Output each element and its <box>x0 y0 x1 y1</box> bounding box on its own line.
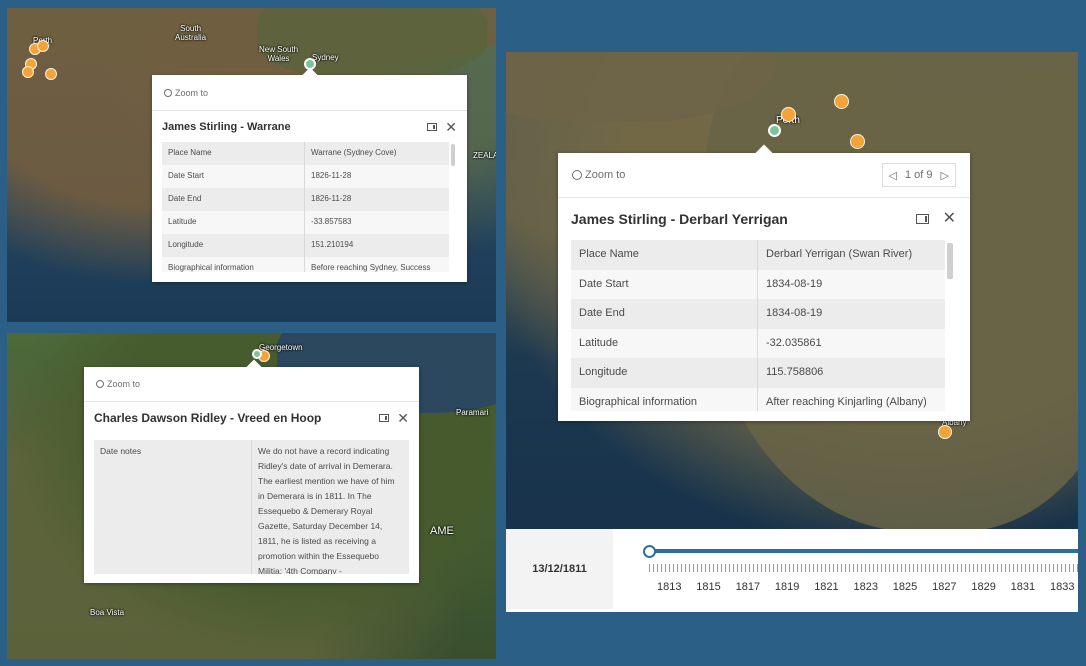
map-label-boa-vista: Boa Vista <box>90 608 125 617</box>
dock-icon[interactable] <box>427 123 438 131</box>
year-label: 1819 <box>774 581 800 593</box>
current-date-label: 13/12/1811 <box>506 529 613 609</box>
year-labels: 1813 1815 1817 1819 1821 1823 1825 1827 … <box>657 581 1078 593</box>
year-label: 1821 <box>814 581 839 593</box>
zoom-to-button[interactable]: Zoom to <box>572 169 625 181</box>
close-icon[interactable]: ✕ <box>445 120 457 134</box>
map-panel-vreed-en-hoop[interactable]: Georgetown Paramari AME Boa Vista Zoom t… <box>7 333 496 659</box>
table-row: Place Name Derbarl Yerrigan (Swan River) <box>571 240 945 270</box>
slider-thumb[interactable] <box>643 545 656 558</box>
scrollbar[interactable] <box>947 243 953 279</box>
map-label-paramaribo: Paramari <box>456 408 489 417</box>
popup-title: James Stirling - Warrane <box>162 121 291 133</box>
attribute-table: Place Name Warrane (Sydney Cove) Date Sta… <box>162 142 449 272</box>
slider-ticks <box>649 564 1078 572</box>
zoom-to-label: Zoom to <box>107 379 141 389</box>
year-label: 1825 <box>892 581 918 593</box>
selected-map-marker[interactable] <box>252 349 262 359</box>
map-marker[interactable] <box>938 425 952 439</box>
year-label: 1831 <box>1010 581 1036 593</box>
dock-icon[interactable] <box>379 414 390 422</box>
time-slider: 13/12/1811 1813 1815 1817 1819 1821 1823… <box>506 529 1078 609</box>
table-row: Longitude 115.758806 <box>571 358 945 388</box>
popup-vreed-en-hoop: Zoom to Charles Dawson Ridley - Vreed en… <box>84 359 419 583</box>
map-label-new-south-wales: New South Wales <box>259 45 299 63</box>
map-marker[interactable] <box>22 66 34 78</box>
table-row: Latitude -33.857583 <box>162 211 449 234</box>
popup-derbarl-yerrigan: Zoom to ◁ 1 of 9 ▷ James Stirling - Derb… <box>558 144 970 421</box>
zoom-to-label: Zoom to <box>585 169 626 181</box>
magnifier-icon <box>572 170 582 180</box>
attribute-table-container[interactable]: Place Name Warrane (Sydney Cove) Date Sta… <box>162 142 449 272</box>
table-row: Place Name Warrane (Sydney Cove) <box>162 142 449 165</box>
table-row: Date End 1826-11-28 <box>162 188 449 211</box>
dock-icon[interactable] <box>915 214 929 224</box>
selected-map-marker[interactable] <box>768 124 781 137</box>
popup-title: James Stirling - Derbarl Yerrigan <box>571 211 788 227</box>
table-row: Longitude 151.210194 <box>162 234 449 257</box>
attribute-table-container[interactable]: Place Name Derbarl Yerrigan (Swan River) … <box>571 240 945 411</box>
map-label-suriname: AME <box>430 525 454 537</box>
year-label: 1813 <box>657 581 682 593</box>
map-marker[interactable] <box>850 134 865 149</box>
year-label: 1815 <box>696 581 721 593</box>
map-marker[interactable] <box>834 94 849 109</box>
table-row: Latitude -32.035861 <box>571 328 945 358</box>
year-label: 1827 <box>932 581 957 593</box>
map-label-zealand: ZEALAN <box>473 151 496 160</box>
map-label-south-australia: South Australia <box>175 24 207 42</box>
attribute-table-container[interactable]: Date notes We do not have a record indic… <box>94 440 409 574</box>
map-label-sydney: Sydney <box>312 53 339 62</box>
year-label: 1823 <box>853 581 878 593</box>
close-icon[interactable]: ✕ <box>397 411 409 425</box>
zoom-to-button[interactable]: Zoom to <box>164 88 208 98</box>
attribute-table: Place Name Derbarl Yerrigan (Swan River) … <box>571 240 945 411</box>
feature-pager: ◁ 1 of 9 ▷ <box>881 163 956 187</box>
year-label: 1829 <box>971 581 996 593</box>
table-row: Biographical information After reaching K… <box>571 387 945 411</box>
previous-icon[interactable]: ◁ <box>889 169 897 182</box>
magnifier-icon <box>164 88 172 97</box>
pager-label: 1 of 9 <box>905 169 933 181</box>
table-row: Date Start 1826-11-28 <box>162 165 449 188</box>
scrollbar[interactable] <box>451 144 455 166</box>
year-label: 1817 <box>735 581 761 593</box>
slider-track[interactable] <box>647 549 1078 553</box>
zoom-to-button[interactable]: Zoom to <box>96 379 140 389</box>
next-icon[interactable]: ▷ <box>941 169 949 182</box>
table-row: Biographical information Before reaching … <box>162 257 449 272</box>
table-row: Date Start 1834-08-19 <box>571 269 945 299</box>
popup-warrane: Zoom to James Stirling - Warrane ✕ Place… <box>152 67 467 282</box>
zoom-to-label: Zoom to <box>175 87 209 98</box>
map-marker[interactable] <box>37 40 49 52</box>
close-icon[interactable]: ✕ <box>943 211 956 227</box>
map-panel-warrane[interactable]: Perth South Australia New South Wales Sy… <box>7 8 496 322</box>
magnifier-icon <box>96 380 104 388</box>
attribute-table: Date notes We do not have a record indic… <box>94 440 409 574</box>
map-marker[interactable] <box>781 107 796 122</box>
popup-title: Charles Dawson Ridley - Vreed en Hoop <box>94 411 322 425</box>
table-row: Date End 1834-08-19 <box>571 299 945 329</box>
map-panel-derbarl-yerrigan[interactable]: Perth Albany Zoom to ◁ 1 of 9 ▷ James St… <box>506 52 1078 612</box>
map-marker[interactable] <box>45 68 57 80</box>
year-label: 1833 <box>1049 581 1075 593</box>
table-row: Date notes We do not have a record indic… <box>94 440 409 574</box>
